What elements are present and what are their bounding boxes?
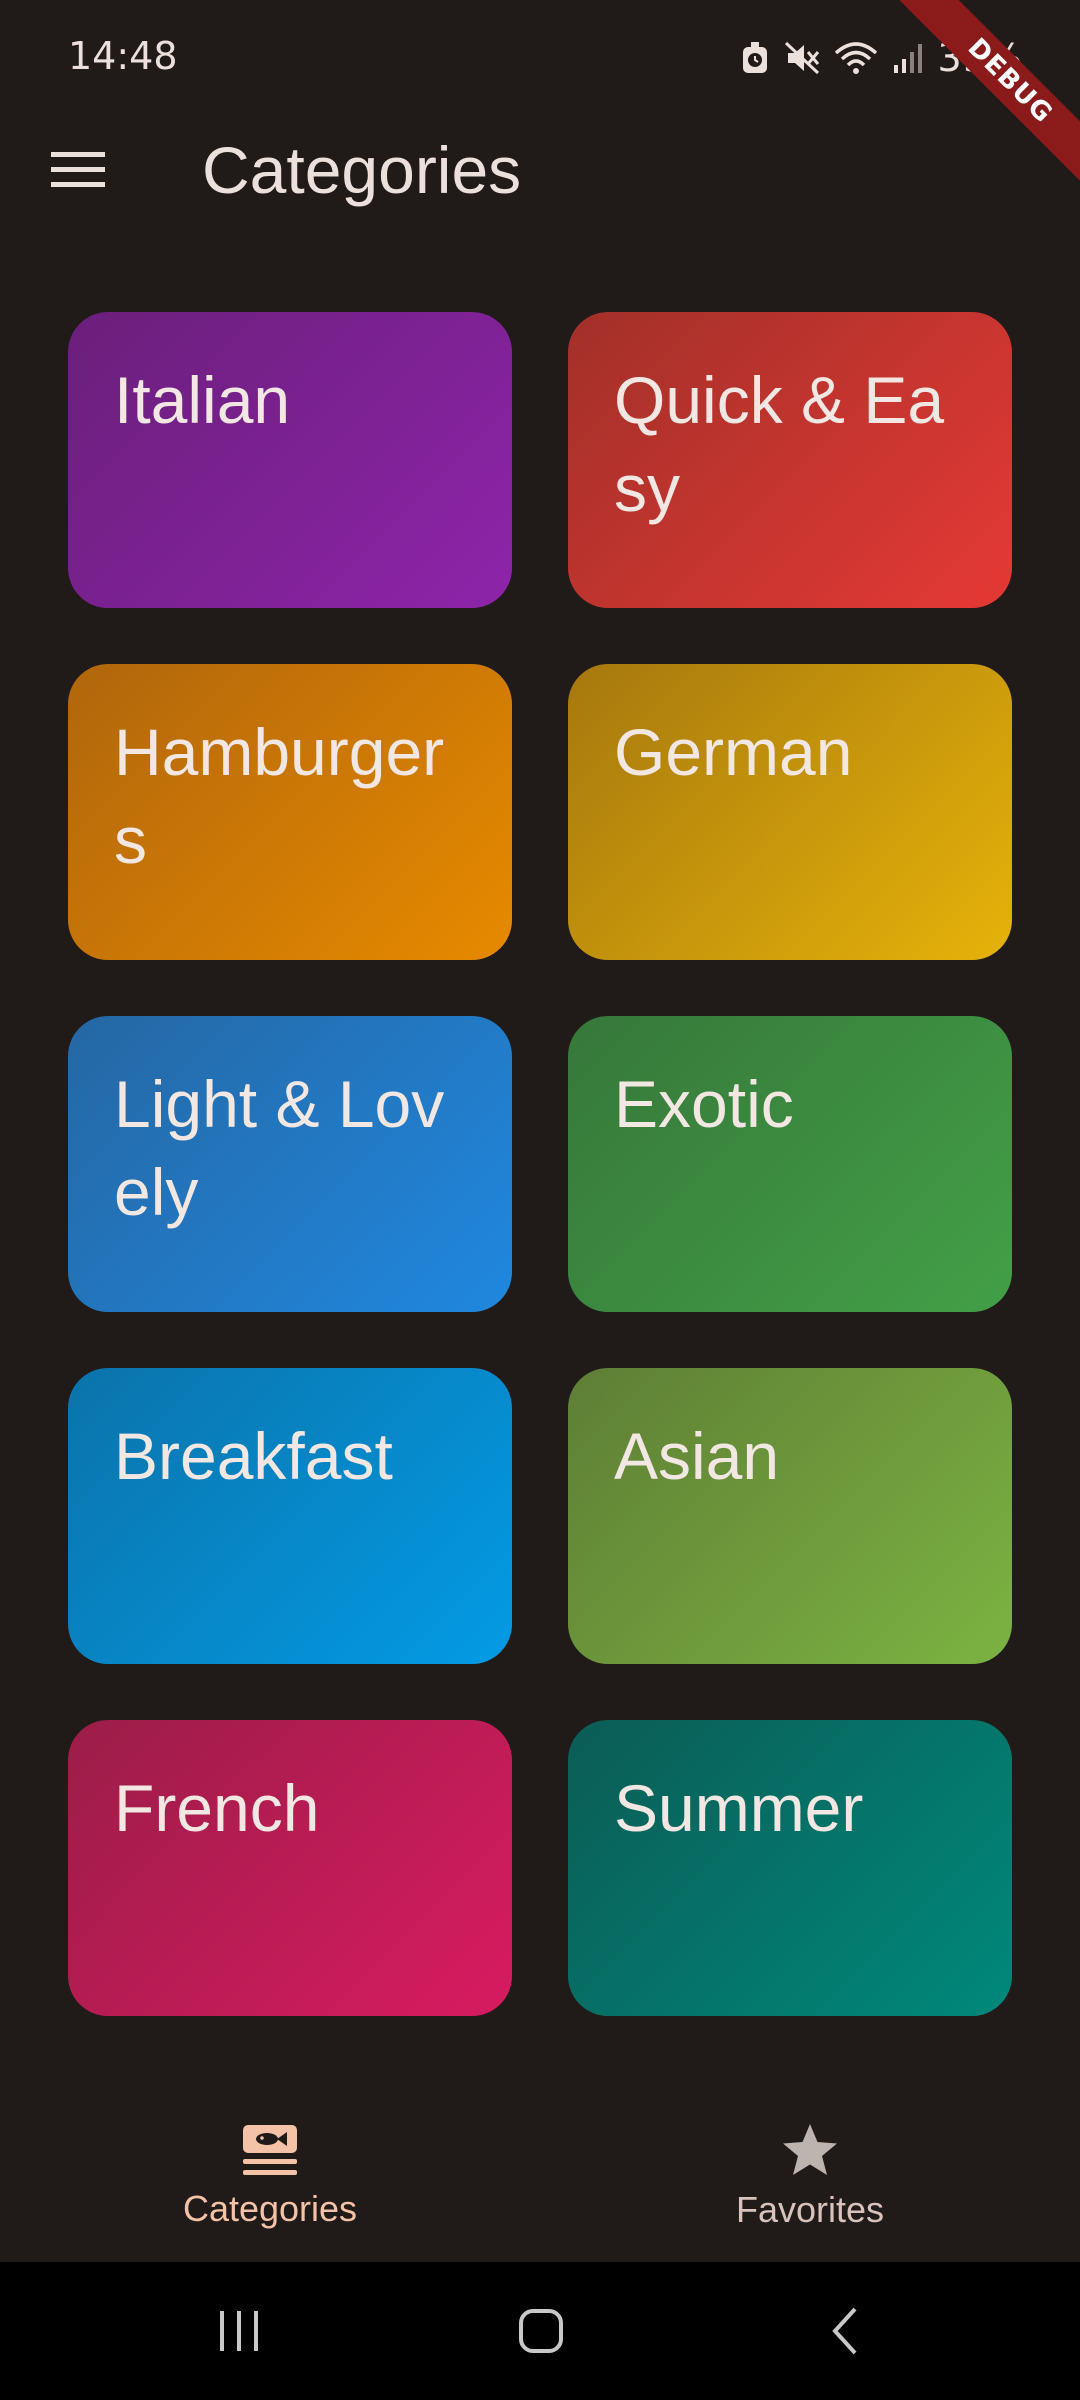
nav-item-categories[interactable]: Categories <box>0 2090 540 2262</box>
set-meal-icon <box>241 2123 299 2182</box>
page-title: Categories <box>202 133 522 207</box>
back-icon <box>832 2307 857 2355</box>
category-card-exotic[interactable]: Exotic <box>568 1016 1012 1312</box>
hamburger-menu-icon <box>51 152 105 187</box>
category-grid: Italian Quick & Easy Hamburgers German L… <box>68 312 1012 2016</box>
recents-button[interactable] <box>194 2296 284 2366</box>
category-label: Asian <box>614 1419 780 1493</box>
mute-icon <box>784 41 820 75</box>
home-icon <box>519 2309 563 2353</box>
alarm-icon <box>740 41 770 75</box>
signal-icon <box>892 41 924 75</box>
category-card-asian[interactable]: Asian <box>568 1368 1012 1664</box>
recents-icon <box>220 2311 258 2351</box>
app-bar: Categories <box>0 120 1080 220</box>
category-label: German <box>614 715 853 789</box>
category-label: Quick & Easy <box>614 363 945 525</box>
category-label: Breakfast <box>114 1419 393 1493</box>
star-icon <box>781 2122 839 2183</box>
category-label: Light & Lovely <box>114 1067 445 1229</box>
category-label: Exotic <box>614 1067 794 1141</box>
category-label: Italian <box>114 363 291 437</box>
category-card-summer[interactable]: Summer <box>568 1720 1012 2016</box>
category-card-breakfast[interactable]: Breakfast <box>68 1368 512 1664</box>
category-label: French <box>114 1771 320 1845</box>
wifi-icon <box>834 41 878 75</box>
category-card-french[interactable]: French <box>68 1720 512 2016</box>
category-card-hamburgers[interactable]: Hamburgers <box>68 664 512 960</box>
category-card-quick-easy[interactable]: Quick & Easy <box>568 312 1012 608</box>
category-label: Summer <box>614 1771 864 1845</box>
system-navigation-bar <box>0 2262 1080 2400</box>
category-card-german[interactable]: German <box>568 664 1012 960</box>
menu-button[interactable] <box>44 136 112 204</box>
nav-item-favorites[interactable]: Favorites <box>540 2090 1080 2262</box>
screen: 14:48 DEBUG Categories Italian Quick & E… <box>0 0 1080 2400</box>
category-label: Hamburgers <box>114 715 445 877</box>
category-card-italian[interactable]: Italian <box>68 312 512 608</box>
status-time: 14:48 <box>68 34 178 78</box>
category-card-light-lovely[interactable]: Light & Lovely <box>68 1016 512 1312</box>
back-button[interactable] <box>800 2296 890 2366</box>
bottom-navigation-bar: Categories Favorites <box>0 2090 1080 2262</box>
nav-label-favorites: Favorites <box>735 2188 885 2230</box>
nav-label-categories: Categories <box>182 2187 358 2229</box>
home-button[interactable] <box>496 2296 586 2366</box>
